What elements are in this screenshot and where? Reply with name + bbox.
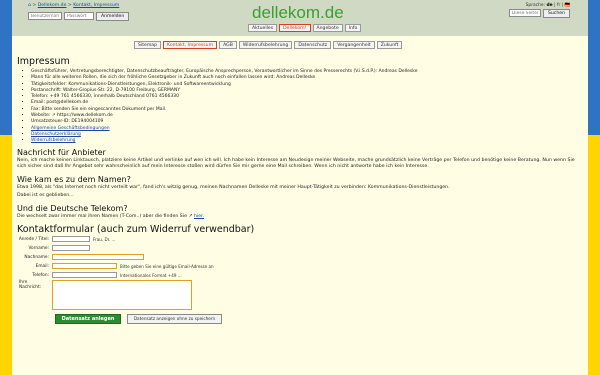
language-switch: Sprache: de | fr | 🇩🇪 <box>526 3 570 8</box>
breadcrumb-dellekom[interactable]: Dellekom.de <box>38 3 67 8</box>
anbieter-text: Nein, ich mache keinen Linktausch, platz… <box>17 157 575 170</box>
search-button[interactable]: Suchen <box>542 9 570 18</box>
search-input[interactable] <box>508 9 541 17</box>
home-icon[interactable]: ⌂ <box>28 3 31 8</box>
subnav-vergangenheit[interactable]: Vergangenheit <box>333 41 375 49</box>
sub-nav: Sitemap Kontakt, Impressum AGB Widerrufs… <box>134 41 403 49</box>
subnav-sitemap[interactable]: Sitemap <box>134 41 162 49</box>
nav-info[interactable]: Info <box>344 24 362 32</box>
email-hint: Bitte geben Sie eine gültige Email-Adres… <box>120 263 214 269</box>
vorname-row: Vorname: <box>17 244 583 253</box>
preview-button[interactable]: Datensatz anzeigen ohne zu speichern <box>127 313 222 324</box>
login-form: Anmelden <box>28 12 130 21</box>
vorname-input[interactable] <box>52 245 90 252</box>
nachname-label: Nachname: <box>24 254 49 260</box>
login-button[interactable]: Anmelden <box>96 12 130 21</box>
nachname-input[interactable] <box>52 254 144 261</box>
email-label: Email: <box>35 263 49 269</box>
submit-button[interactable]: Datensatz anlegen <box>55 313 121 324</box>
anrede-row: Anrede / Titel: Frau, Dr. ... <box>17 235 583 244</box>
telefon-row: Telefon: Internationales Format +49 ... <box>17 271 583 280</box>
name-text: Etwa 1998, als "das Internet noch nicht … <box>17 185 450 191</box>
form-title: Kontaktformular (auch zum Widerruf verwe… <box>17 223 255 235</box>
top-nav: Aktuelles Dellekom! Angebote Info <box>248 24 362 32</box>
nav-dellekom[interactable]: Dellekom! <box>279 24 311 32</box>
datenschutz-link[interactable]: Datenschutzerklärung <box>31 132 81 137</box>
main-content: Impressum Geschäftsführer, Vertretungsbe… <box>17 56 583 325</box>
widerruf-link[interactable]: Widerrufsbelehrung <box>31 138 76 143</box>
agb-link[interactable]: Allgemeine Geschäftsbedingungen <box>31 126 110 131</box>
telefon-label: Telefon: <box>32 272 49 278</box>
email-input[interactable] <box>52 263 117 270</box>
telekom-link[interactable]: hier. <box>194 214 204 219</box>
anrede-input[interactable] <box>52 236 90 243</box>
telefon-input[interactable] <box>52 272 117 279</box>
password-input[interactable] <box>64 12 94 20</box>
name-text2: Dabei ist es geblieben... <box>17 192 74 198</box>
subnav-datenschutz[interactable]: Datenschutz <box>294 41 332 49</box>
anrede-hint: Frau, Dr. ... <box>93 236 116 242</box>
contact-form: Anrede / Titel: Frau, Dr. ... Vorname: N… <box>17 235 583 325</box>
impressum-list: Geschäftsführer, Vertretungsberechtigter… <box>17 69 583 145</box>
vorname-label: Vorname: <box>28 245 49 251</box>
content-area: Sitemap Kontakt, Impressum AGB Widerrufs… <box>12 36 588 375</box>
subnav-widerruf[interactable]: Widerrufsbelehrung <box>238 41 293 49</box>
form-buttons: Datensatz anlegen Datensatz anzeigen ohn… <box>17 313 583 325</box>
lang-label: Sprache: <box>525 3 546 8</box>
nachricht-row: Ihre Nachricht: <box>17 279 583 313</box>
breadcrumb: ⌂ > Dellekom.de > Kontakt, Impressum <box>28 3 120 8</box>
search-form: Suchen <box>508 9 570 18</box>
anrede-label: Anrede / Titel: <box>18 236 49 242</box>
subnav-kontakt[interactable]: Kontakt, Impressum <box>163 41 218 49</box>
widerruf-link-item: Widerrufsbelehrung <box>31 138 583 144</box>
email-row: Email: Bitte geben Sie eine gültige Emai… <box>17 262 583 271</box>
telekom-paragraph: Die wechselt zwar immer mal ihren Namen … <box>17 214 583 221</box>
lang-de[interactable]: de <box>547 3 553 8</box>
username-input[interactable] <box>28 12 62 20</box>
telekom-text: Die wechselt zwar immer mal ihren Namen … <box>17 213 193 219</box>
header: ⌂ > Dellekom.de > Kontakt, Impressum Anm… <box>12 0 588 36</box>
subnav-zukunft[interactable]: Zukunft <box>376 41 403 49</box>
telefon-hint: Internationales Format +49 ... <box>120 272 182 278</box>
nachricht-label: Ihre Nachricht: <box>19 279 42 290</box>
site-logo[interactable]: dellekom.de <box>252 3 344 23</box>
subnav-agb[interactable]: AGB <box>219 41 237 49</box>
nav-angebote[interactable]: Angebote <box>312 24 343 32</box>
nachricht-textarea[interactable] <box>52 279 192 310</box>
nav-aktuelles[interactable]: Aktuelles <box>248 24 278 32</box>
telekom-title: Und die Deutsche Telekom? <box>17 203 128 213</box>
nachname-row: Nachname: <box>17 253 583 262</box>
lang-others[interactable]: | fr | 🇩🇪 <box>554 3 570 8</box>
anbieter-title: Nachricht für Anbieter <box>17 147 106 157</box>
name-title: Wie kam es zu dem Namen? <box>17 175 131 185</box>
impressum-title: Impressum <box>17 56 70 67</box>
breadcrumb-kontakt[interactable]: Kontakt, Impressum <box>73 3 119 8</box>
